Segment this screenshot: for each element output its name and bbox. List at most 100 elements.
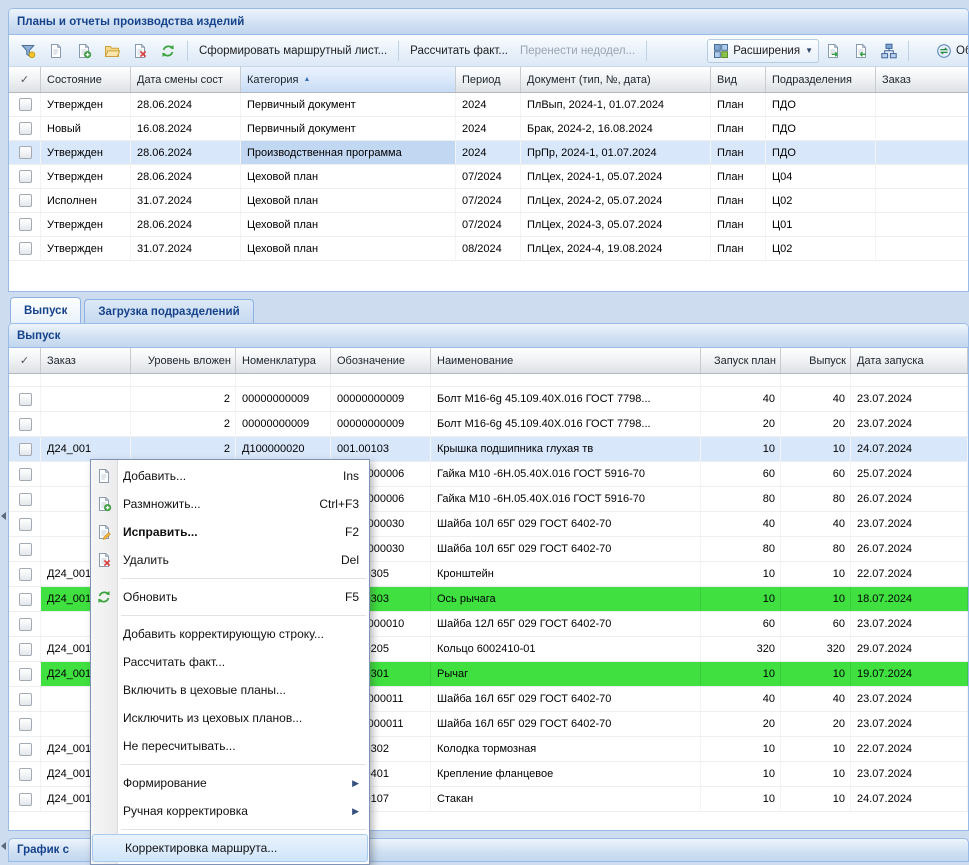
hierarchy-button[interactable] [875,39,903,63]
row-checkbox[interactable] [19,543,32,556]
filter-button[interactable] [14,39,42,63]
menu-item-route-correction[interactable]: Корректировка маршрута... [92,834,368,862]
exchange-button[interactable]: Обм [930,39,968,63]
edit-button[interactable] [98,39,126,63]
menu-item-add-correction-row[interactable]: Добавить корректирующую строку... [91,620,369,648]
tab-vypusk[interactable]: Выпуск [10,297,81,323]
tab-zagruzka-podrazdelenij[interactable]: Загрузка подразделений [84,299,253,323]
collapse-bottom-left-icon[interactable] [1,842,6,850]
table-row[interactable]: 20000000000900000000009Болт М16-6g 45.10… [9,412,968,437]
select-all-column-header[interactable]: ✓ [9,348,41,373]
table-row[interactable]: Утвержден28.06.2024Производственная прог… [9,141,968,165]
menu-item-add[interactable]: Добавить...Ins [91,462,369,490]
menu-item-delete[interactable]: УдалитьDel [91,546,369,574]
table-row[interactable]: Утвержден28.06.2024Цеховой план07/2024Пл… [9,165,968,189]
toolbar-separator [398,41,399,61]
add-button[interactable] [42,39,70,63]
column-header[interactable]: Категория▲ [241,67,456,92]
menu-item-manual-correction[interactable]: Ручная корректировка▶ [91,797,369,825]
schedule-panel-title: График с [17,844,69,856]
menu-item-no-recalculate[interactable]: Не пересчитывать... [91,732,369,760]
column-header[interactable]: Дата смены сост [131,67,241,92]
cell-launch-date: 25.07.2024 [851,462,968,486]
column-header[interactable]: Вид [711,67,766,92]
column-header[interactable]: Наименование [431,348,701,373]
menu-item-refresh[interactable]: ОбновитьF5 [91,583,369,611]
menu-separator [121,615,366,616]
table-row[interactable]: Утвержден28.06.2024Первичный документ202… [9,93,968,117]
menu-item-duplicate[interactable]: Размножить...Ctrl+F3 [91,490,369,518]
row-checkbox[interactable] [19,643,32,656]
column-header-label: Уровень вложен [148,355,231,367]
row-checkbox[interactable] [19,518,32,531]
refresh-button[interactable] [154,39,182,63]
column-header[interactable]: Уровень вложен [131,348,236,373]
column-header[interactable]: Состояние [41,67,131,92]
menu-item-edit[interactable]: Исправить...F2 [91,518,369,546]
row-checkbox[interactable] [19,718,32,731]
row-checkbox[interactable] [19,170,32,183]
row-checkbox[interactable] [19,418,32,431]
column-header[interactable]: Запуск план [701,348,781,373]
menu-item-formation[interactable]: Формирование▶ [91,769,369,797]
cell-output: 80 [781,487,851,511]
cell-designation [331,374,431,386]
transfer-backlog-button[interactable]: Перенести недодел... [514,41,641,61]
column-header[interactable]: Обозначение [331,348,431,373]
column-header[interactable]: Период [456,67,521,92]
column-header[interactable]: Заказ [41,348,131,373]
table-row[interactable]: Новый16.08.2024Первичный документ2024Бра… [9,117,968,141]
column-header-label: Запуск план [714,355,776,367]
collapse-left-icon[interactable] [1,512,6,520]
row-checkbox[interactable] [19,618,32,631]
column-header[interactable]: Номенклатура [236,348,331,373]
column-header[interactable]: Документ (тип, №, дата) [521,67,711,92]
cell-launch-plan: 10 [701,737,781,761]
row-checkbox[interactable] [19,194,32,207]
row-checkbox[interactable] [19,593,32,606]
row-checkbox[interactable] [19,468,32,481]
extensions-button[interactable]: Расширения▼ [707,39,819,63]
column-header[interactable]: Подразделения [766,67,876,92]
table-row[interactable]: Утвержден31.07.2024Цеховой план08/2024Пл… [9,237,968,261]
table-row[interactable]: Утвержден28.06.2024Цеховой план07/2024Пл… [9,213,968,237]
cell-name: Шайба 10Л 65Г 029 ГОСТ 6402-70 [431,512,701,536]
column-header[interactable]: Выпуск [781,348,851,373]
table-row[interactable]: 20000000000900000000009Болт М16-6g 45.10… [9,387,968,412]
cell-launch-date: 23.07.2024 [851,512,968,536]
row-checkbox[interactable] [19,393,32,406]
copy-button[interactable] [70,39,98,63]
import-button[interactable] [847,39,875,63]
row-checkbox[interactable] [19,568,32,581]
row-checkbox[interactable] [19,443,32,456]
column-header[interactable]: Дата запуска [851,348,968,373]
row-checkbox-cell [9,662,41,686]
row-checkbox[interactable] [19,668,32,681]
row-checkbox[interactable] [19,98,32,111]
form-route-sheet-button[interactable]: Сформировать маршрутный лист... [193,41,393,61]
menu-item-include-shop-plans[interactable]: Включить в цеховые планы... [91,676,369,704]
row-checkbox-cell [9,141,41,164]
delete-button[interactable] [126,39,154,63]
row-checkbox[interactable] [19,493,32,506]
row-checkbox[interactable] [19,768,32,781]
menu-item-calculate-fact[interactable]: Рассчитать факт... [91,648,369,676]
toolbar-separator [187,41,188,61]
row-checkbox[interactable] [19,242,32,255]
cell-output: 10 [781,587,851,611]
row-checkbox[interactable] [19,743,32,756]
row-checkbox[interactable] [19,693,32,706]
row-checkbox[interactable] [19,122,32,135]
table-row[interactable] [9,374,968,387]
menu-item-exclude-shop-plans[interactable]: Исключить из цеховых планов... [91,704,369,732]
column-header[interactable]: Заказ [876,67,968,92]
cell-doc: ПлЦех, 2024-4, 19.08.2024 [521,237,711,260]
toolbar-separator [646,41,647,61]
select-all-column-header[interactable]: ✓ [9,67,41,92]
row-checkbox[interactable] [19,218,32,231]
row-checkbox[interactable] [19,146,32,159]
row-checkbox[interactable] [19,793,32,806]
calculate-fact-button[interactable]: Рассчитать факт... [404,41,514,61]
export-button[interactable] [819,39,847,63]
table-row[interactable]: Исполнен31.07.2024Цеховой план07/2024ПлЦ… [9,189,968,213]
